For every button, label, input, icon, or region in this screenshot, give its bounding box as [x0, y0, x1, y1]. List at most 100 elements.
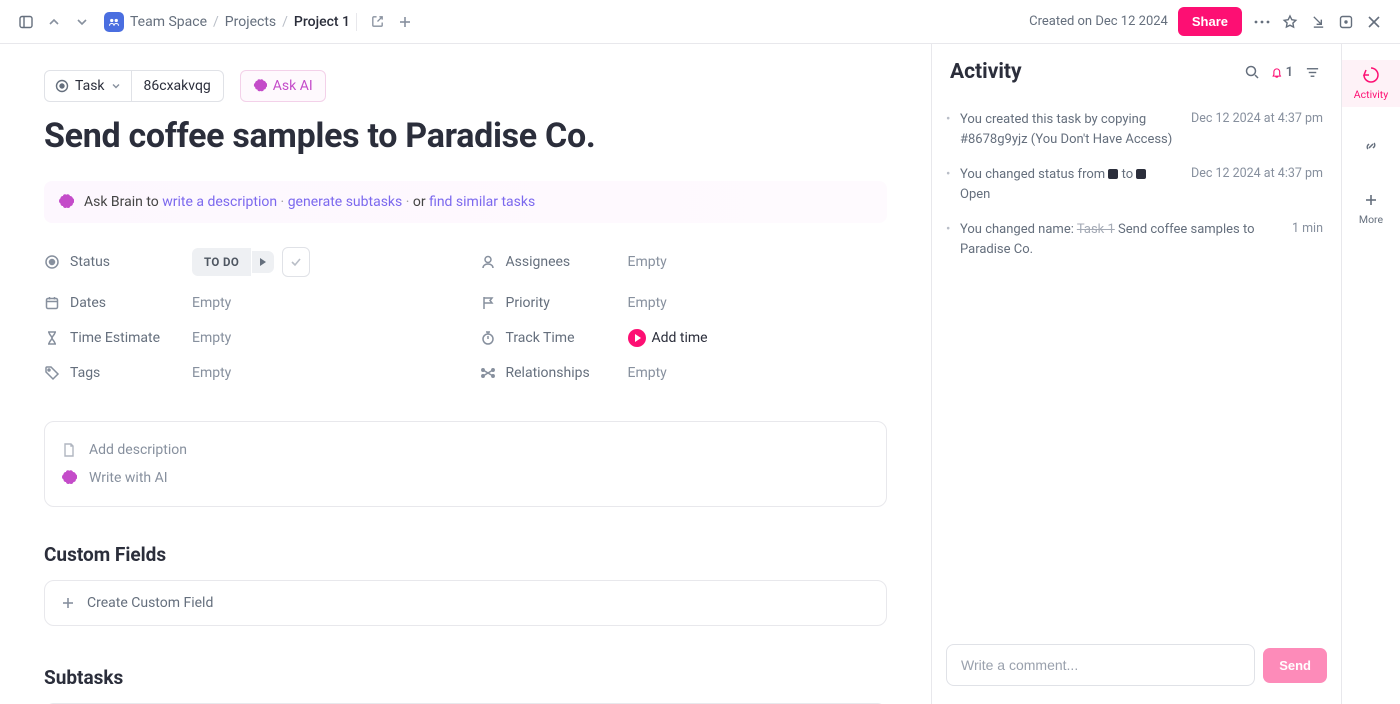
field-time-estimate-value[interactable]: Empty — [192, 330, 452, 346]
add-description-button[interactable]: Add description — [61, 436, 870, 464]
breadcrumb-project[interactable]: Project 1 — [294, 14, 350, 30]
close-icon[interactable] — [1360, 8, 1388, 36]
status-pill-dropdown[interactable] — [251, 251, 274, 273]
favorite-icon[interactable] — [1276, 8, 1304, 36]
next-task-icon[interactable] — [68, 8, 96, 36]
ask-ai-label: Ask AI — [273, 78, 313, 94]
field-track-time: Track Time Add time — [480, 329, 888, 347]
main-content: Task 86cxakvqg Ask AI Send coffee sample… — [0, 44, 932, 704]
document-icon — [61, 442, 77, 458]
activity-time: Dec 12 2024 at 4:37 pm — [1191, 165, 1323, 204]
status-swatch — [1108, 169, 1118, 179]
right-rail: Activity More — [1342, 44, 1400, 704]
breadcrumb-space[interactable]: Team Space — [130, 14, 207, 30]
field-assignees-value[interactable]: Empty — [628, 254, 888, 270]
more-icon[interactable] — [1248, 8, 1276, 36]
task-id[interactable]: 86cxakvqg — [132, 70, 224, 102]
rail-link-tab[interactable] — [1342, 131, 1400, 161]
custom-fields-title: Custom Fields — [44, 543, 887, 566]
field-assignees-label: Assignees — [480, 254, 628, 270]
breadcrumb-folder[interactable]: Projects — [225, 14, 276, 30]
download-icon[interactable] — [1304, 8, 1332, 36]
brain-icon — [253, 79, 267, 93]
field-status: Status TO DO — [44, 247, 452, 277]
add-time-button[interactable]: Add time — [628, 329, 888, 347]
task-title[interactable]: Send coffee samples to Paradise Co. — [44, 116, 887, 157]
activity-icon — [1362, 66, 1380, 84]
activity-item: You changed name: Task 1 Send coffee sam… — [960, 212, 1323, 267]
activity-time: 1 min — [1292, 220, 1323, 259]
notifications-badge[interactable]: 1 — [1271, 61, 1293, 83]
field-priority-label: Priority — [480, 295, 628, 311]
status-swatch — [1136, 169, 1146, 179]
generate-subtasks-link[interactable]: generate subtasks — [288, 194, 403, 210]
comment-bar: Send — [932, 630, 1341, 704]
rail-activity-tab[interactable]: Activity — [1342, 60, 1400, 107]
activity-title: Activity — [950, 60, 1233, 84]
field-tags-label: Tags — [44, 365, 192, 381]
share-button[interactable]: Share — [1178, 7, 1242, 36]
brain-icon — [58, 194, 74, 210]
calendar-icon — [44, 295, 60, 311]
assignees-icon — [480, 254, 496, 270]
field-dates-label: Dates — [44, 295, 192, 311]
separator: / — [213, 14, 219, 30]
move-task-icon[interactable] — [363, 8, 391, 36]
field-priority-value[interactable]: Empty — [628, 295, 888, 311]
activity-time: Dec 12 2024 at 4:37 pm — [1191, 110, 1323, 149]
complete-checkbox[interactable] — [282, 247, 310, 277]
find-similar-link[interactable]: find similar tasks — [429, 194, 535, 210]
field-dates-value[interactable]: Empty — [192, 295, 452, 311]
status-pill-label[interactable]: TO DO — [192, 248, 251, 276]
subtasks-title: Subtasks — [44, 666, 887, 689]
space-icon — [104, 12, 124, 32]
activity-header: Activity 1 — [932, 44, 1341, 96]
field-track-time-label: Track Time — [480, 330, 628, 346]
activity-item: You changed status from to Open Dec 12 2… — [960, 157, 1323, 212]
task-type-dropdown[interactable]: Task — [44, 70, 132, 102]
prev-task-icon[interactable] — [40, 8, 68, 36]
status-icon — [44, 254, 60, 270]
plus-icon — [1362, 191, 1380, 209]
ask-ai-button[interactable]: Ask AI — [240, 70, 326, 102]
field-assignees: Assignees Empty — [480, 247, 888, 277]
brain-icon — [61, 470, 77, 486]
fields-grid: Status TO DO Assignees Empty — [44, 247, 887, 381]
tag-icon — [44, 365, 60, 381]
activity-panel: Activity 1 You created this task by copy… — [932, 44, 1342, 704]
divider — [356, 13, 357, 31]
field-tags-value[interactable]: Empty — [192, 365, 452, 381]
link-icon — [1362, 137, 1380, 155]
field-status-value[interactable]: TO DO — [192, 247, 452, 277]
brain-banner: Ask Brain to write a description · gener… — [44, 181, 887, 223]
expand-icon[interactable] — [1332, 8, 1360, 36]
write-with-ai-button[interactable]: Write with AI — [61, 464, 870, 492]
search-icon[interactable] — [1241, 61, 1263, 83]
play-icon — [628, 329, 646, 347]
field-dates: Dates Empty — [44, 295, 452, 311]
separator: / — [282, 14, 288, 30]
field-relationships: Relationships Empty — [480, 365, 888, 381]
rail-more-tab[interactable]: More — [1342, 185, 1400, 232]
stopwatch-icon — [480, 330, 496, 346]
task-meta-row: Task 86cxakvqg Ask AI — [44, 70, 887, 102]
field-relationships-label: Relationships — [480, 365, 628, 381]
activity-item: You created this task by copying #8678g9… — [960, 102, 1323, 157]
field-relationships-value[interactable]: Empty — [628, 365, 888, 381]
add-icon[interactable] — [391, 8, 419, 36]
field-status-label: Status — [44, 254, 192, 270]
write-description-link[interactable]: write a description — [162, 194, 277, 210]
flag-icon — [480, 295, 496, 311]
activity-list: You created this task by copying #8678g9… — [932, 96, 1341, 630]
field-tags: Tags Empty — [44, 365, 452, 381]
brain-banner-text: Ask Brain to write a description · gener… — [84, 194, 535, 210]
filter-icon[interactable] — [1301, 61, 1323, 83]
send-button[interactable]: Send — [1263, 648, 1327, 683]
description-box: Add description Write with AI — [44, 421, 887, 507]
sidebar-toggle-icon[interactable] — [12, 8, 40, 36]
relationships-icon — [480, 365, 496, 381]
comment-input[interactable] — [946, 644, 1255, 686]
hourglass-icon — [44, 330, 60, 346]
create-custom-field-button[interactable]: Create Custom Field — [44, 580, 887, 626]
field-priority: Priority Empty — [480, 295, 888, 311]
